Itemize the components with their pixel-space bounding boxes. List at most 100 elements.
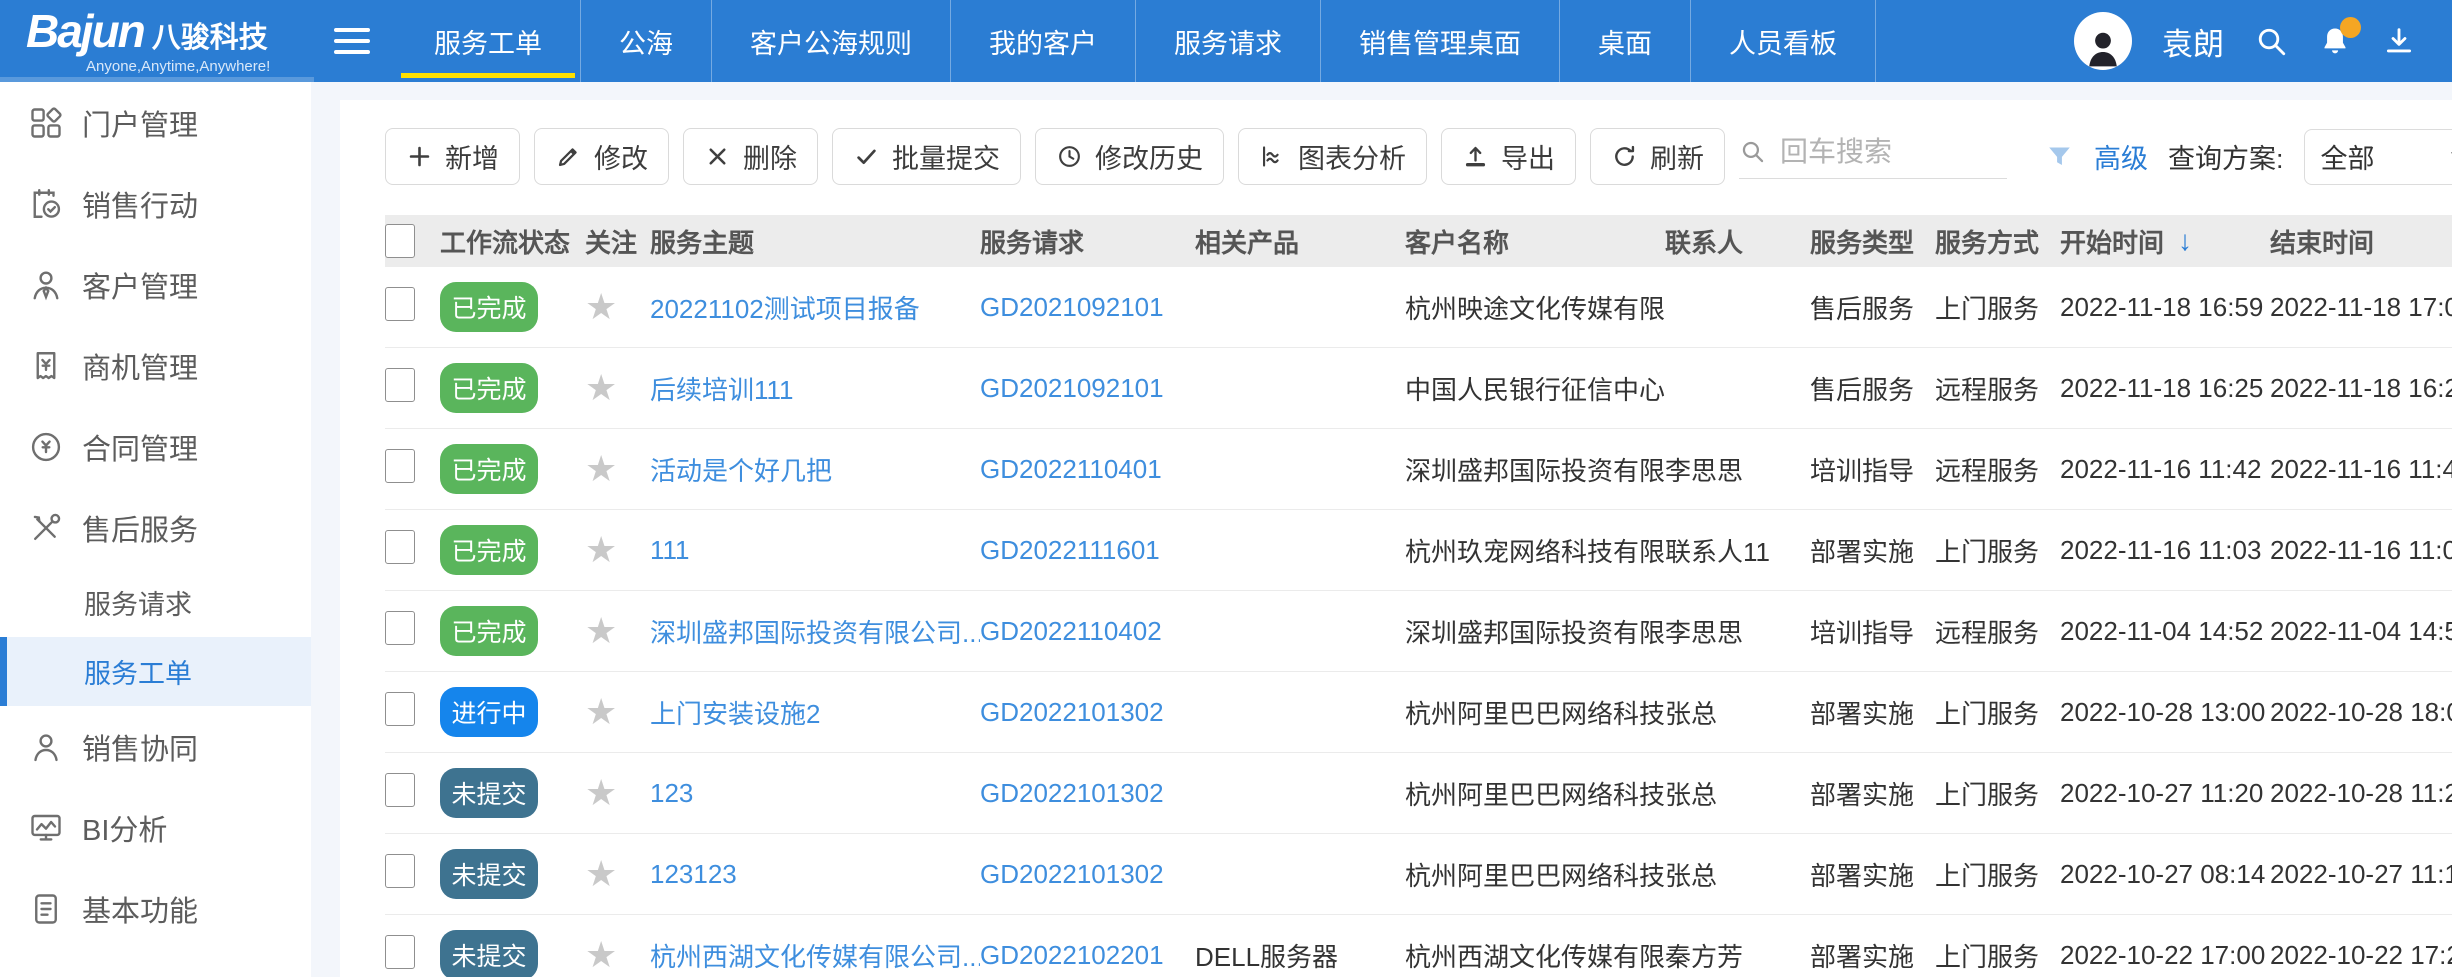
subject-link[interactable]: 111 [650,535,980,566]
user-avatar[interactable] [2074,12,2132,70]
add-button[interactable]: 新增 [385,128,520,185]
download-icon[interactable] [2382,24,2416,58]
sidebar-item-contract[interactable]: 合同管理 [0,406,311,487]
star-icon[interactable]: ★ [585,370,617,407]
row-checkbox[interactable] [385,692,415,726]
user-name[interactable]: 袁朗 [2162,19,2224,64]
batch-submit-button[interactable]: 批量提交 [832,128,1021,185]
column-header-request[interactable]: 服务请求 [980,223,1195,260]
service-mode-cell: 上门服务 [1935,937,2060,974]
column-header-service-type[interactable]: 服务类型 [1810,223,1935,260]
start-time-cell: 2022-10-27 11:20 [2060,778,2270,809]
service-mode-cell: 远程服务 [1935,451,2060,488]
request-link[interactable]: GD2022101302 [980,697,1195,728]
filter-funnel-icon[interactable] [2045,142,2074,171]
subject-link[interactable]: 123123 [650,859,980,890]
column-header-subject[interactable]: 服务主题 [650,223,980,260]
sidebar-item-aftersales[interactable]: 售后服务 [0,487,311,568]
service-type-cell: 部署实施 [1810,775,1935,812]
row-checkbox[interactable] [385,773,415,807]
column-header-start-time[interactable]: 开始时间 ↓ [2060,223,2270,260]
sidebar-item-sales-action[interactable]: 销售行动 [0,163,311,244]
star-icon[interactable]: ★ [585,613,617,650]
column-header-product[interactable]: 相关产品 [1195,223,1405,260]
star-icon[interactable]: ★ [585,775,617,812]
tab-staff-board[interactable]: 人员看板 [1691,0,1876,82]
search-input[interactable] [1778,135,2007,169]
sidebar-item-opportunity[interactable]: 商机管理 [0,325,311,406]
chart-analysis-button[interactable]: 图表分析 [1238,128,1427,185]
search-box[interactable] [1739,135,2007,179]
sidebar-item-collaboration[interactable]: 销售协同 [0,706,311,787]
column-header-star[interactable]: 关注 [585,223,650,260]
tab-service-request[interactable]: 服务请求 [1136,0,1321,82]
sidebar-item-portal[interactable]: 门户管理 [0,82,311,163]
star-icon[interactable]: ★ [585,289,617,326]
star-icon[interactable]: ★ [585,532,617,569]
request-link[interactable]: GD2022111601 [980,535,1195,566]
request-link[interactable]: GD2022101302 [980,859,1195,890]
history-button[interactable]: 修改历史 [1035,128,1224,185]
row-checkbox[interactable] [385,287,415,321]
row-checkbox[interactable] [385,935,415,969]
select-all-checkbox[interactable] [385,224,415,258]
start-time-cell: 2022-11-04 14:52 [2060,616,2270,647]
tab-my-customers[interactable]: 我的客户 [951,0,1136,82]
table-row: 已完成 ★ 深圳盛邦国际投资有限公司... GD2022110402 深圳盛邦国… [385,591,2452,672]
sidebar-item-customer[interactable]: 客户管理 [0,244,311,325]
subject-link[interactable]: 上门安装设施2 [650,694,980,731]
star-icon[interactable]: ★ [585,937,617,974]
search-icon[interactable] [2254,24,2288,58]
sidebar-item-basic[interactable]: 基本功能 [0,868,311,949]
contact-cell: 李思思 [1665,451,1810,488]
notifications-button[interactable] [2318,24,2352,58]
subject-link[interactable]: 杭州西湖文化传媒有限公司... [650,937,980,974]
column-header-service-mode[interactable]: 服务方式 [1935,223,2060,260]
sidebar-item-bi[interactable]: BI分析 [0,787,311,868]
row-checkbox[interactable] [385,611,415,645]
tab-public-sea[interactable]: 公海 [581,0,712,82]
subject-link[interactable]: 后续培训111 [650,370,980,407]
request-link[interactable]: GD2021092101 [980,292,1195,323]
export-button[interactable]: 导出 [1441,128,1576,185]
status-badge: 进行中 [440,687,538,737]
menu-toggle-icon[interactable] [334,28,370,54]
edit-button[interactable]: 修改 [534,128,669,185]
sort-desc-icon[interactable]: ↓ [2178,225,2192,257]
row-checkbox[interactable] [385,449,415,483]
star-icon[interactable]: ★ [585,856,617,893]
refresh-button[interactable]: 刷新 [1590,128,1725,185]
tab-sales-desktop[interactable]: 销售管理桌面 [1321,0,1560,82]
star-icon[interactable]: ★ [585,694,617,731]
sidebar-item-service-request[interactable]: 服务请求 [0,568,311,637]
request-link[interactable]: GD2022110401 [980,454,1195,485]
portal-grid-icon [28,105,64,141]
delete-button[interactable]: 删除 [683,128,818,185]
star-icon[interactable]: ★ [585,451,617,488]
row-checkbox[interactable] [385,368,415,402]
column-header-contact[interactable]: 联系人 [1665,223,1810,260]
sidebar-subitem-label: 服务请求 [84,583,192,622]
subject-link[interactable]: 20221102测试项目报备 [650,289,980,326]
subject-link[interactable]: 深圳盛邦国际投资有限公司... [650,613,980,650]
sidebar-item-service-ticket[interactable]: 服务工单 [0,637,311,706]
request-link[interactable]: GD2022110402 [980,616,1195,647]
start-time-cell: 2022-10-28 13:00 [2060,697,2270,728]
tab-service-ticket[interactable]: 服务工单 [396,0,581,82]
subject-link[interactable]: 活动是个好几把 [650,451,980,488]
row-checkbox[interactable] [385,854,415,888]
subject-link[interactable]: 123 [650,778,980,809]
query-scheme-select[interactable]: 全部 ▼ [2304,129,2452,185]
request-link[interactable]: GD2022102201 [980,940,1195,971]
column-header-status[interactable]: 工作流状态 [440,223,585,260]
request-link[interactable]: GD2021092101 [980,373,1195,404]
advanced-search-link[interactable]: 高级 [2094,137,2148,176]
row-checkbox[interactable] [385,530,415,564]
collaboration-icon [28,729,64,765]
service-type-cell: 培训指导 [1810,613,1935,650]
tab-desktop[interactable]: 桌面 [1560,0,1691,82]
column-header-end-time[interactable]: 结束时间 [2270,223,2452,260]
tab-public-sea-rules[interactable]: 客户公海规则 [712,0,951,82]
column-header-customer[interactable]: 客户名称 [1405,223,1665,260]
request-link[interactable]: GD2022101302 [980,778,1195,809]
